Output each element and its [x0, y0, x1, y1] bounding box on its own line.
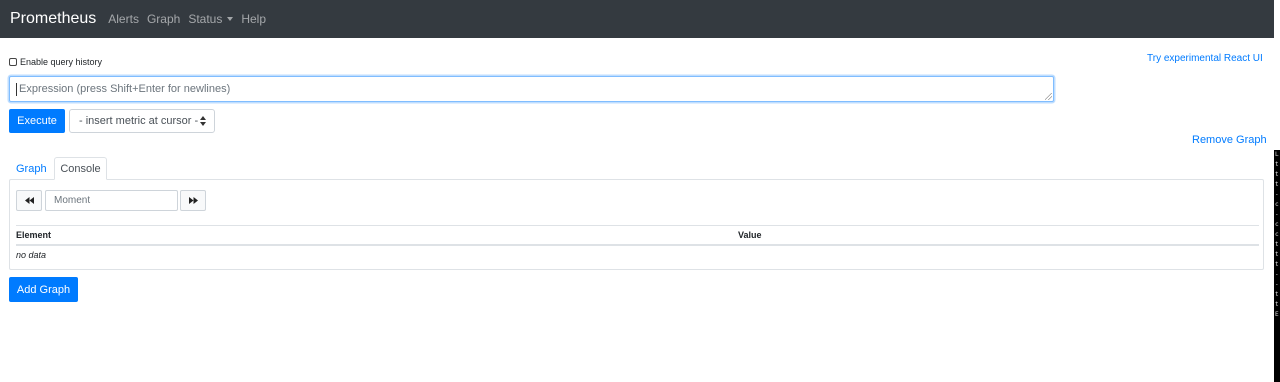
- clipped-side-panel: L t t t - c - c c t t t - - t t E: [1274, 150, 1280, 382]
- brand-link[interactable]: Prometheus: [10, 10, 96, 28]
- moment-back-button[interactable]: [16, 190, 42, 211]
- side-char: -: [1275, 271, 1279, 278]
- column-header-value: Value: [738, 230, 762, 240]
- query-history-checkbox[interactable]: [9, 58, 17, 66]
- side-char: t: [1275, 301, 1279, 308]
- side-char: -: [1275, 211, 1279, 218]
- side-char: t: [1275, 261, 1279, 268]
- nav-status-dropdown[interactable]: Status: [188, 12, 234, 26]
- nav-graph-link[interactable]: Graph: [147, 12, 180, 26]
- side-char: c: [1275, 221, 1279, 228]
- side-char: c: [1275, 201, 1279, 208]
- resize-grip-icon[interactable]: [1045, 93, 1052, 100]
- nav-status-label: Status: [188, 12, 223, 26]
- expression-placeholder: Expression (press Shift+Enter for newlin…: [19, 83, 231, 95]
- insert-metric-label: - insert metric at cursor -: [79, 115, 199, 127]
- table-top-divider: [16, 225, 1259, 226]
- side-char: L: [1275, 151, 1279, 158]
- side-char: c: [1275, 231, 1279, 238]
- moment-forward-button[interactable]: [180, 190, 206, 211]
- side-char: t: [1275, 171, 1279, 178]
- query-history-label: Enable query history: [20, 57, 103, 67]
- rewind-icon: [24, 197, 34, 204]
- column-header-element: Element: [16, 230, 52, 240]
- moment-input[interactable]: Moment: [45, 190, 178, 211]
- fast-forward-icon: [188, 197, 198, 204]
- table-header-divider: [16, 244, 1259, 246]
- react-ui-link[interactable]: Try experimental React UI: [1147, 53, 1263, 64]
- tab-graph[interactable]: Graph: [16, 157, 47, 180]
- side-char: t: [1275, 241, 1279, 248]
- side-char: t: [1275, 181, 1279, 188]
- side-char: -: [1275, 191, 1279, 198]
- no-data-text: no data: [16, 250, 47, 260]
- insert-metric-select[interactable]: - insert metric at cursor -: [69, 109, 215, 133]
- add-graph-button[interactable]: Add Graph: [9, 277, 78, 302]
- top-navbar: Prometheus Alerts Graph Status Help: [0, 0, 1274, 38]
- nav-help-link[interactable]: Help: [241, 12, 266, 26]
- expression-input[interactable]: Expression (press Shift+Enter for newlin…: [9, 76, 1054, 102]
- execute-button[interactable]: Execute: [9, 109, 65, 133]
- side-char: E: [1275, 311, 1279, 318]
- text-cursor: [16, 83, 17, 96]
- side-char: t: [1275, 251, 1279, 258]
- remove-graph-link[interactable]: Remove Graph: [1192, 134, 1267, 146]
- caret-down-icon: [227, 17, 234, 21]
- side-char: -: [1275, 281, 1279, 288]
- moment-placeholder: Moment: [54, 195, 91, 206]
- side-char: t: [1275, 161, 1279, 168]
- side-char: t: [1275, 291, 1279, 298]
- nav-alerts-link[interactable]: Alerts: [108, 12, 139, 26]
- tab-console[interactable]: Console: [54, 157, 107, 180]
- query-history-toggle[interactable]: Enable query history: [9, 57, 102, 67]
- select-arrows-icon: [200, 116, 206, 127]
